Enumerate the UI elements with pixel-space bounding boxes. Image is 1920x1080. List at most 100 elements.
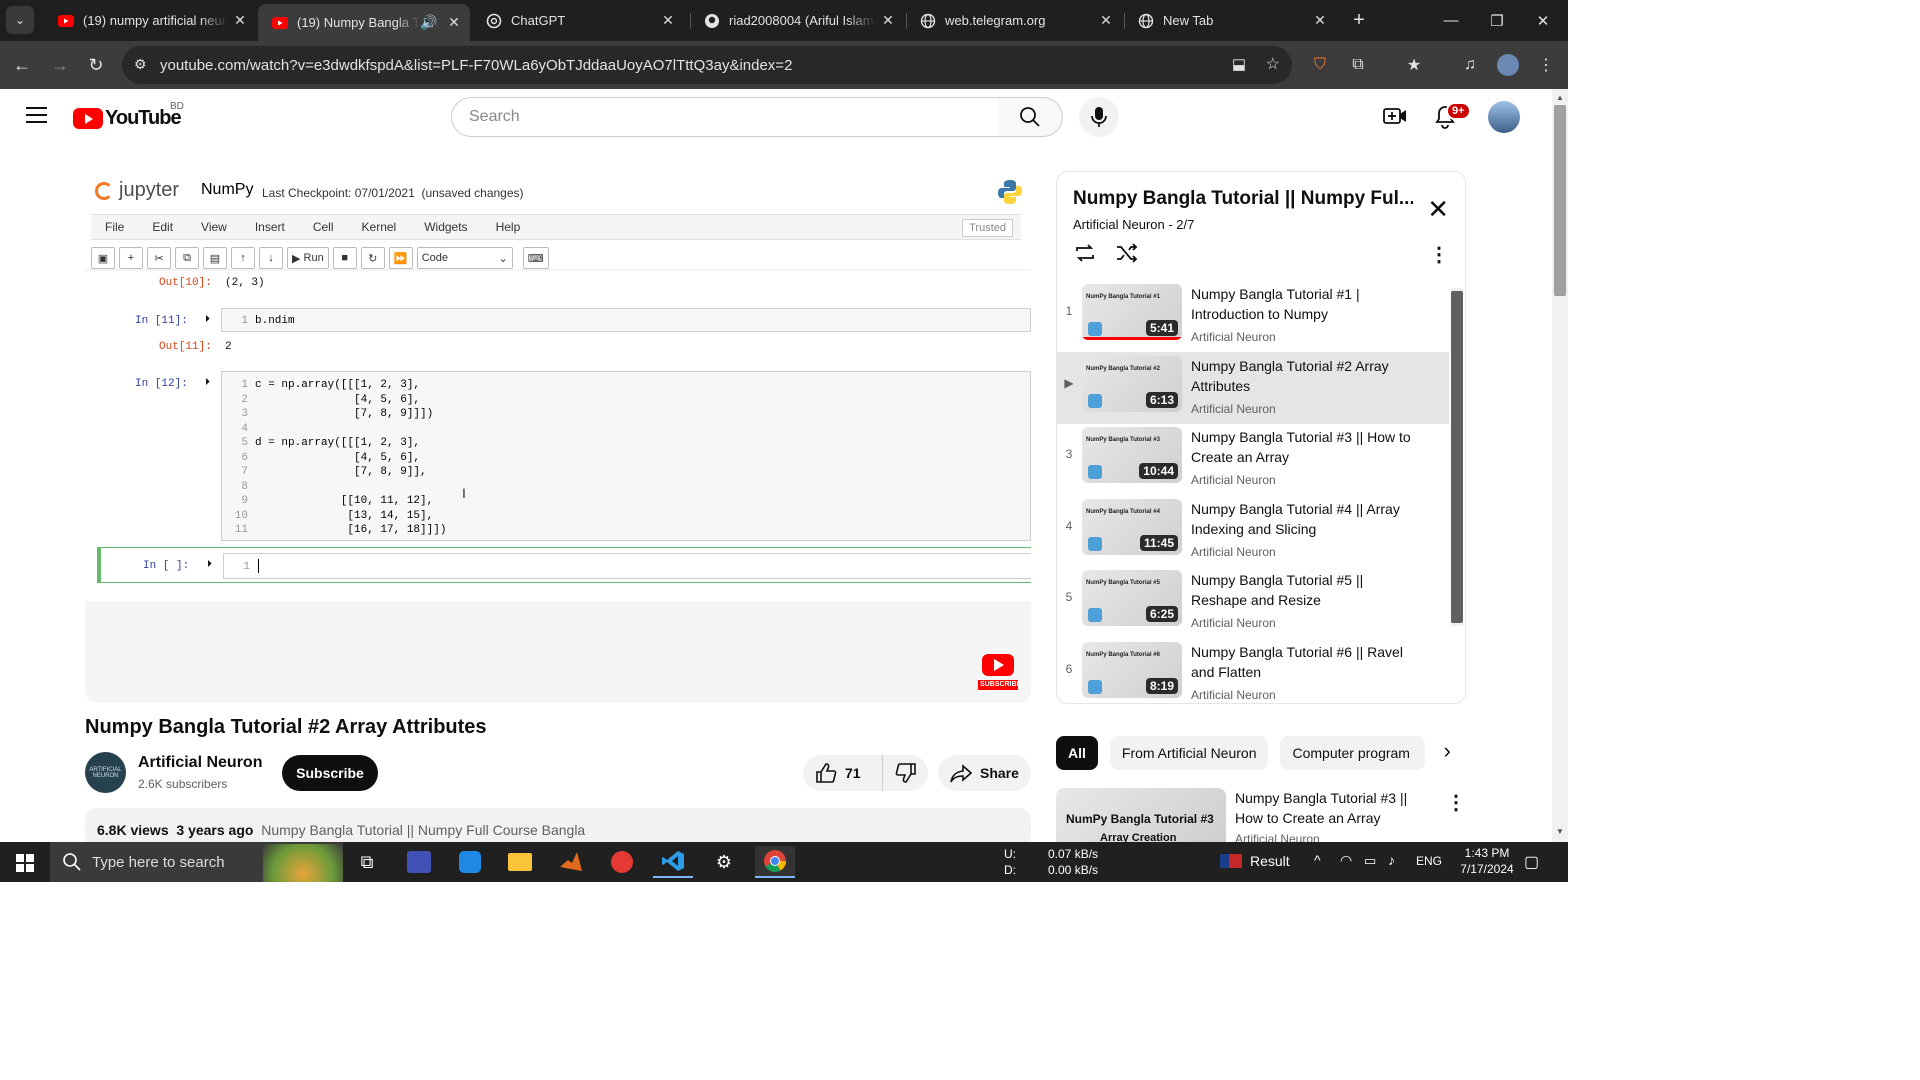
new-tab-button[interactable]: + xyxy=(1336,0,1382,41)
tab-2-active[interactable]: (19) Numpy Bangla Tutorial 🔊 ✕ xyxy=(258,4,470,41)
tab-3[interactable]: ChatGPT ✕ xyxy=(472,0,684,41)
playlist-item-title[interactable]: Numpy Bangla Tutorial #4 || Array Indexi… xyxy=(1191,499,1421,539)
move-up-icon[interactable]: ↑ xyxy=(231,247,255,269)
taskbar-search-input[interactable]: Type here to search xyxy=(50,842,343,882)
close-icon[interactable]: ✕ xyxy=(656,12,680,29)
run-cell-icon[interactable]: ⏵ xyxy=(207,559,212,571)
profile-avatar-icon[interactable] xyxy=(1494,51,1522,79)
playlist-thumbnail[interactable]: NumPy Bangla Tutorial #6 8:19 xyxy=(1082,641,1182,698)
close-icon[interactable]: ✕ xyxy=(1094,12,1118,29)
menu-file[interactable]: File xyxy=(105,220,124,234)
tab-4[interactable]: riad2008004 (Ariful Islam R ✕ xyxy=(690,0,904,41)
youtube-logo[interactable]: YouTube BD xyxy=(73,101,184,130)
paste-icon[interactable]: ▤ xyxy=(203,247,227,269)
language-indicator[interactable]: ENG xyxy=(1416,854,1442,868)
menu-widgets[interactable]: Widgets xyxy=(424,220,467,234)
app-icon-red[interactable] xyxy=(602,846,642,878)
cell-type-select[interactable]: Code ⌄ xyxy=(416,247,513,269)
recommended-menu-icon[interactable]: ⋮ xyxy=(1446,790,1466,815)
save-icon[interactable]: ▣ xyxy=(91,247,115,269)
subscribe-button[interactable]: Subscribe xyxy=(282,755,378,791)
close-icon[interactable]: ✕ xyxy=(228,12,252,29)
close-icon[interactable]: ✕ xyxy=(876,12,900,29)
menu-kebab-icon[interactable]: ⋮ xyxy=(1532,51,1560,79)
search-button[interactable] xyxy=(998,97,1063,137)
close-playlist-icon[interactable]: ✕ xyxy=(1427,194,1449,225)
minimize-icon[interactable]: — xyxy=(1428,0,1474,41)
menu-help[interactable]: Help xyxy=(496,220,521,234)
restart-icon[interactable]: ↻ xyxy=(360,247,385,269)
playlist-item-title[interactable]: Numpy Bangla Tutorial #2 Array Attribute… xyxy=(1191,356,1421,396)
restore-icon[interactable]: ❐ xyxy=(1474,0,1520,41)
playlist-item-title[interactable]: Numpy Bangla Tutorial #1 | Introduction … xyxy=(1191,284,1421,324)
copy-icon[interactable]: ⧉ xyxy=(175,247,199,269)
chip-computer-programming[interactable]: Computer program xyxy=(1280,736,1426,770)
menu-edit[interactable]: Edit xyxy=(152,220,173,234)
chevron-right-icon[interactable]: › xyxy=(1437,736,1456,770)
stop-icon[interactable]: ■ xyxy=(332,247,357,269)
extensions-puzzle-icon[interactable]: ⧉ xyxy=(1344,51,1372,79)
account-avatar[interactable] xyxy=(1488,101,1520,133)
playlist-item[interactable]: 3 NumPy Bangla Tutorial #3 10:44 Numpy Bang… xyxy=(1057,423,1449,495)
recommended-title[interactable]: Numpy Bangla Tutorial #3 || How to Creat… xyxy=(1235,788,1435,828)
menu-kernel[interactable]: Kernel xyxy=(362,220,397,234)
channel-name[interactable]: Artificial Neuron xyxy=(138,754,262,772)
like-button[interactable]: 71 xyxy=(803,755,883,791)
app-icon-tool[interactable] xyxy=(399,846,439,878)
site-info-icon[interactable]: ⚙ xyxy=(134,56,147,73)
battery-icon[interactable]: ▭ xyxy=(1364,853,1376,869)
address-bar[interactable]: ⚙ youtube.com/watch?v=e3dwdkfspdA&list=P… xyxy=(122,46,1292,84)
chip-all[interactable]: All xyxy=(1056,736,1098,770)
cut-icon[interactable]: ✂ xyxy=(147,247,171,269)
search-input[interactable]: Search xyxy=(451,97,999,137)
playlist-thumbnail[interactable]: NumPy Bangla Tutorial #1 5:41 xyxy=(1082,284,1182,340)
app-icon-gear[interactable]: ⚙ xyxy=(704,846,744,878)
forward-icon[interactable]: → xyxy=(46,51,74,79)
install-app-icon[interactable]: ⬓ xyxy=(1232,55,1246,73)
tab-search-button[interactable]: ⌄ xyxy=(6,6,34,34)
file-explorer-icon[interactable] xyxy=(500,846,540,878)
page-scroll-thumb[interactable] xyxy=(1554,105,1566,296)
playlist-item[interactable]: 1 NumPy Bangla Tutorial #1 5:41 Numpy Bangl… xyxy=(1057,280,1449,352)
close-icon[interactable]: ✕ xyxy=(442,14,466,31)
tab-1[interactable]: (19) numpy artificial neuron ✕ xyxy=(44,0,256,41)
subscribe-watermark[interactable]: SUBSCRIBE xyxy=(978,654,1021,690)
playlist-thumbnail[interactable]: NumPy Bangla Tutorial #3 10:44 xyxy=(1082,427,1182,483)
run-cell-icon[interactable]: ⏵ xyxy=(205,314,210,326)
hamburger-menu-icon[interactable] xyxy=(26,107,47,123)
playlist-scroll-thumb[interactable] xyxy=(1451,291,1463,623)
playlist-item[interactable]: 5 NumPy Bangla Tutorial #5 6:25 Numpy Bangl… xyxy=(1057,566,1449,638)
extension-shield-icon[interactable]: ⛉ xyxy=(1306,51,1334,79)
tray-chevron-up-icon[interactable]: ^ xyxy=(1314,852,1321,868)
tab-5[interactable]: web.telegram.org ✕ xyxy=(906,0,1122,41)
menu-insert[interactable]: Insert xyxy=(255,220,285,234)
active-cell[interactable]: In [ ]: ⏵ 1 xyxy=(97,547,1031,583)
add-cell-icon[interactable]: + xyxy=(119,247,143,269)
clock[interactable]: 1:43 PM 7/17/2024 xyxy=(1452,845,1522,877)
playlist-item[interactable]: 4 NumPy Bangla Tutorial #4 11:45 Numpy Bang… xyxy=(1057,495,1449,567)
volume-icon[interactable]: ♪ xyxy=(1388,852,1395,868)
playlist-thumbnail[interactable]: NumPy Bangla Tutorial #5 6:25 xyxy=(1082,570,1182,626)
code-input[interactable]: 1 xyxy=(223,553,1031,579)
playlist-title[interactable]: Numpy Bangla Tutorial || Numpy Ful... xyxy=(1073,188,1413,210)
scroll-up-arrow-icon[interactable]: ▲ xyxy=(1556,93,1564,102)
playlist-item-title[interactable]: Numpy Bangla Tutorial #6 || Ravel and Fl… xyxy=(1191,642,1421,682)
playlist-thumbnail[interactable]: NumPy Bangla Tutorial #2 6:13 xyxy=(1082,355,1182,412)
playlist-item-title[interactable]: Numpy Bangla Tutorial #5 || Reshape and … xyxy=(1191,570,1421,610)
back-icon[interactable]: ← xyxy=(8,51,36,79)
news-widget[interactable]: Result xyxy=(1220,853,1290,869)
menu-cell[interactable]: Cell xyxy=(313,220,334,234)
playlist-link[interactable]: Numpy Bangla Tutorial || Numpy Full Cour… xyxy=(261,822,585,838)
vscode-icon[interactable] xyxy=(653,846,693,878)
loop-icon[interactable] xyxy=(1073,242,1097,269)
wifi-icon[interactable]: ◠ xyxy=(1340,852,1352,869)
playlist-menu-icon[interactable]: ⋮ xyxy=(1429,242,1449,267)
close-icon[interactable]: ✕ xyxy=(1308,12,1332,29)
code-cell[interactable]: 1 b.ndim xyxy=(221,308,1031,332)
media-control-icon[interactable]: ♫ xyxy=(1456,51,1484,79)
window-close-icon[interactable]: ✕ xyxy=(1520,0,1566,41)
run-cell-icon[interactable]: ⏵ xyxy=(205,377,210,389)
scroll-down-arrow-icon[interactable]: ▼ xyxy=(1556,827,1564,836)
shuffle-icon[interactable] xyxy=(1115,242,1139,269)
playlist-item-current[interactable]: ▶ NumPy Bangla Tutorial #2 6:13 Numpy Bangl… xyxy=(1057,351,1449,424)
